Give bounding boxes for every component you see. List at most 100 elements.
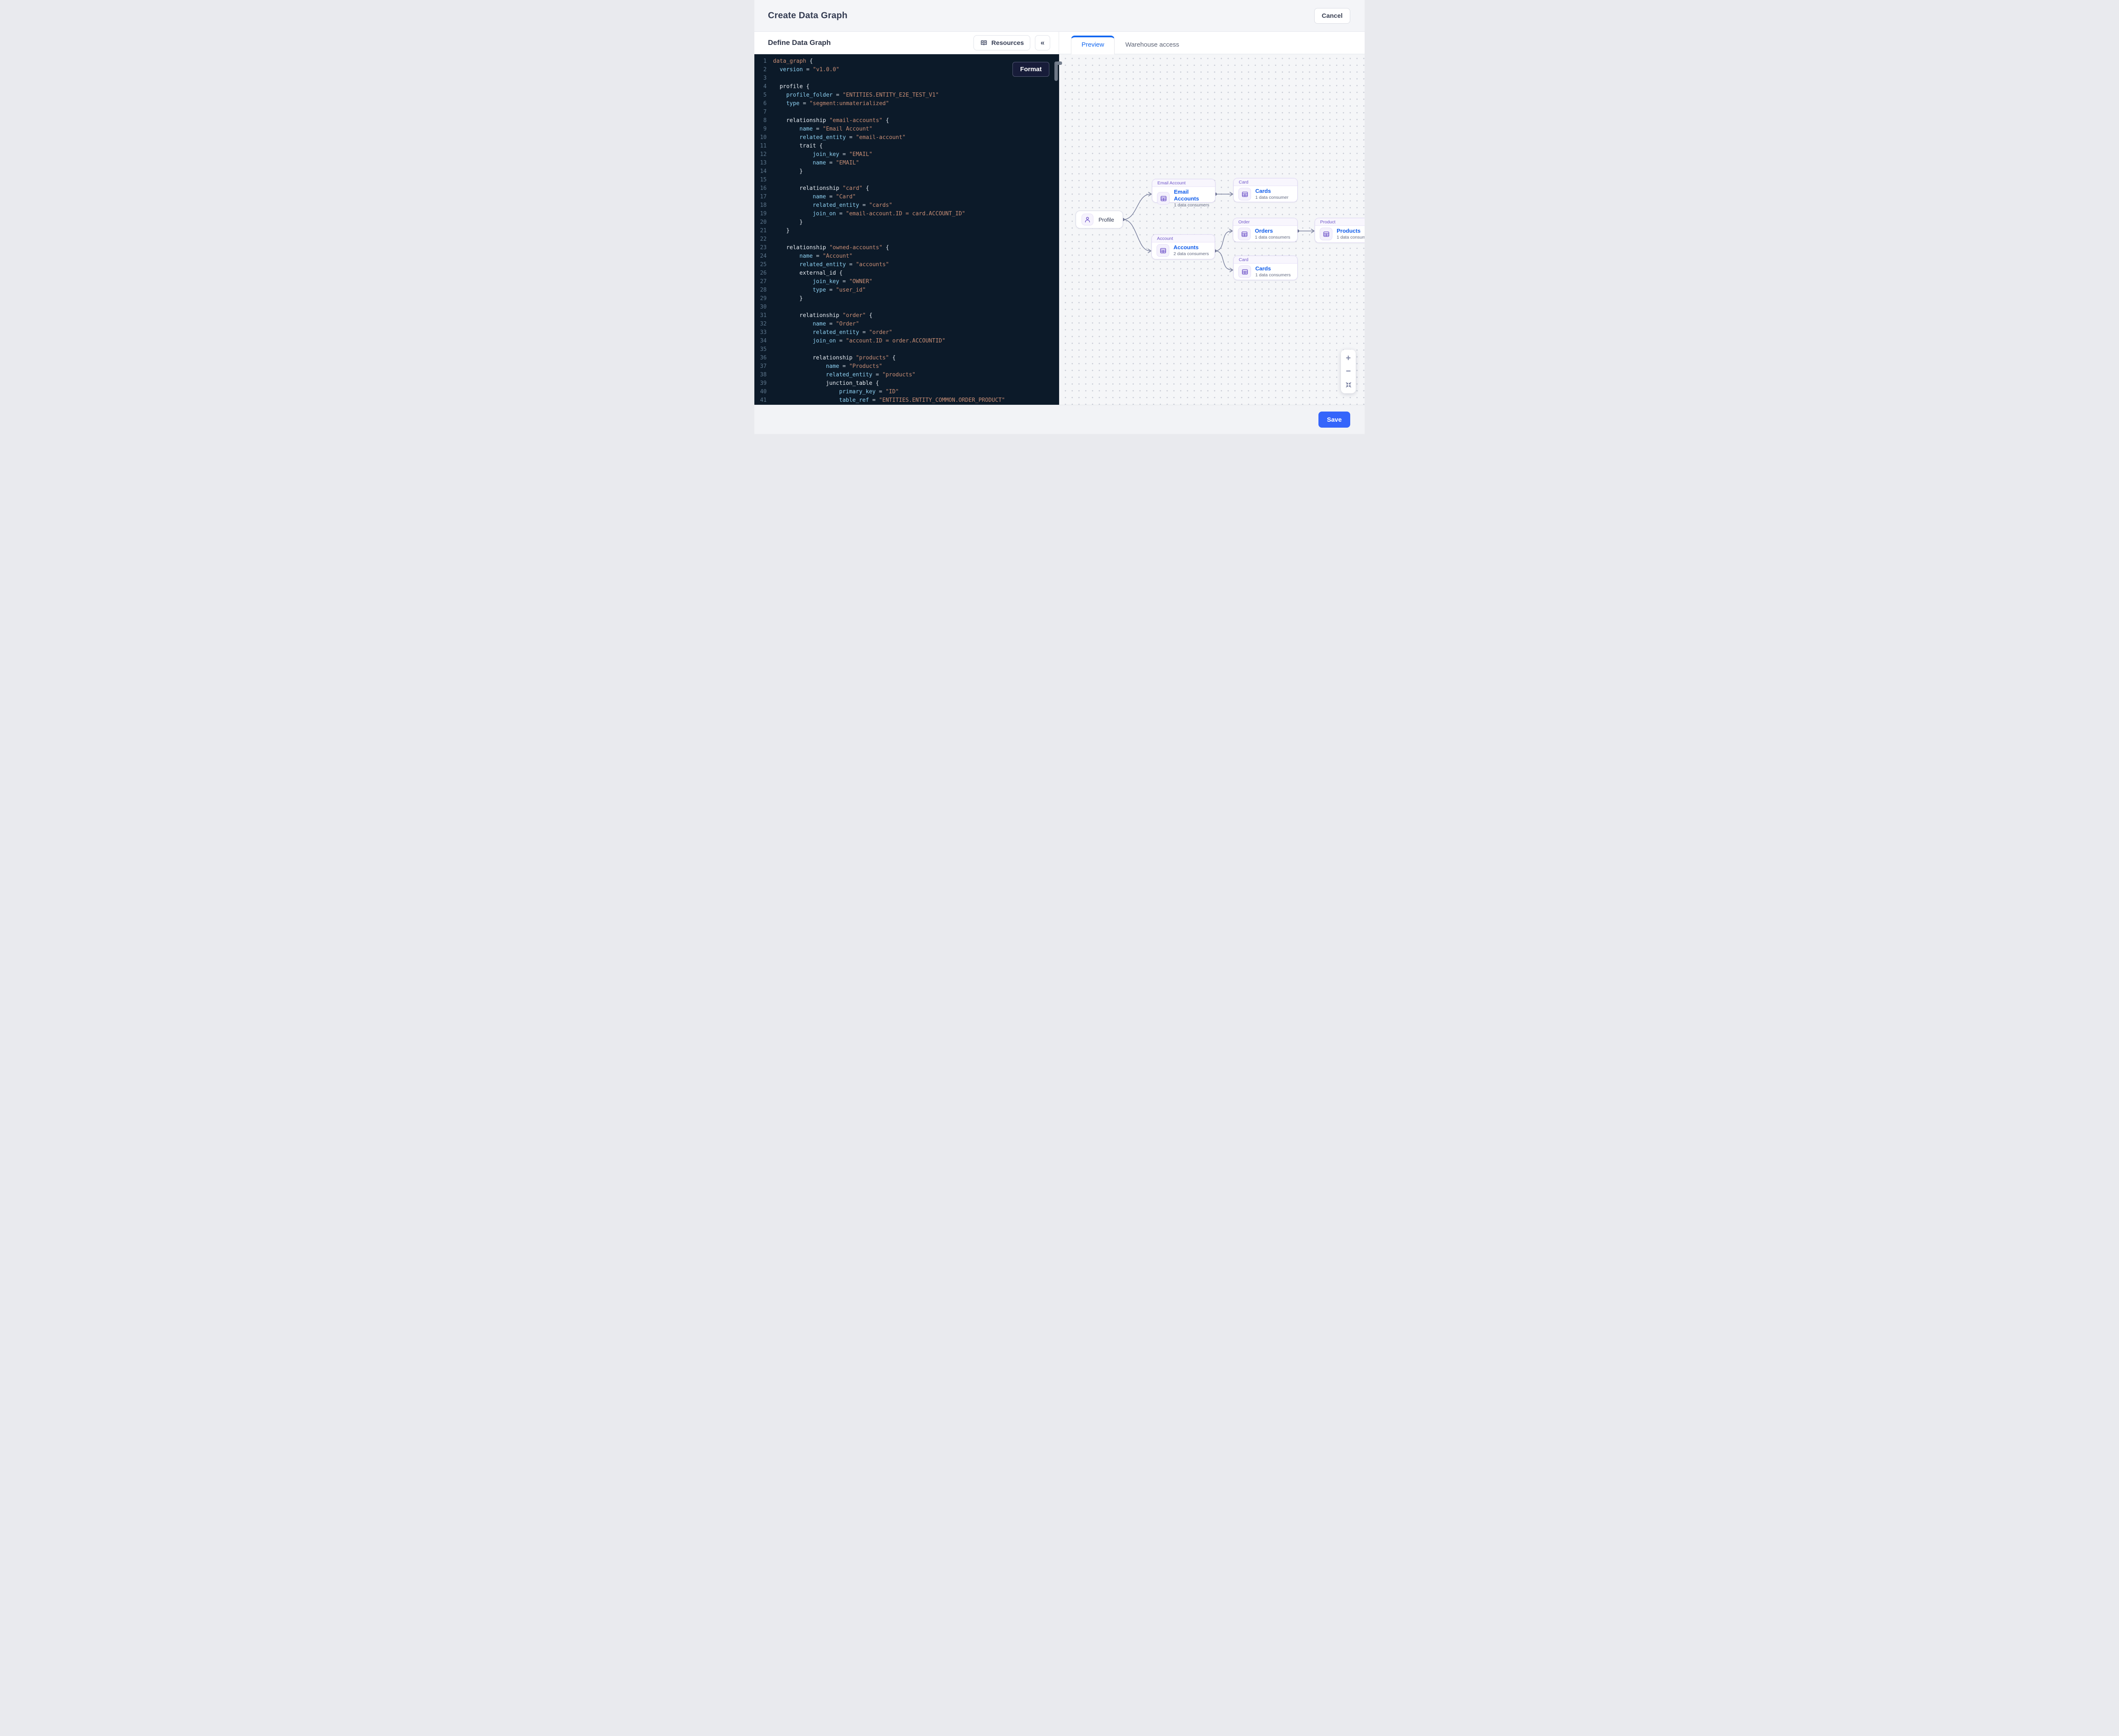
code-line[interactable]: 38related_entity = "products" bbox=[754, 371, 1059, 379]
code-line[interactable]: 26external_id { bbox=[754, 269, 1059, 278]
code-text: junction_table { bbox=[773, 379, 879, 388]
code-line[interactable]: 21} bbox=[754, 227, 1059, 235]
code-line[interactable]: 10related_entity = "email-account" bbox=[754, 134, 1059, 142]
line-number: 18 bbox=[754, 201, 773, 210]
code-line[interactable]: 15 bbox=[754, 176, 1059, 184]
node-title[interactable]: Orders bbox=[1255, 228, 1290, 234]
code-text: name = "Email Account" bbox=[773, 125, 873, 134]
code-line[interactable]: 13name = "EMAIL" bbox=[754, 159, 1059, 167]
graph-node-product[interactable]: ProductProducts1 data consumer bbox=[1315, 218, 1365, 243]
code-line[interactable]: 16relationship "card" { bbox=[754, 184, 1059, 193]
node-subtitle: 1 data consumers bbox=[1255, 235, 1290, 240]
line-number: 31 bbox=[754, 312, 773, 320]
edge-accounts-to-cards bbox=[1215, 251, 1232, 270]
code-line[interactable]: 25related_entity = "accounts" bbox=[754, 261, 1059, 269]
node-subtitle: 1 data consumer bbox=[1255, 195, 1288, 200]
tab-warehouse-access[interactable]: Warehouse access bbox=[1115, 36, 1190, 54]
node-title[interactable]: Cards bbox=[1255, 188, 1288, 195]
line-number: 4 bbox=[754, 83, 773, 91]
code-line[interactable]: 37name = "Products" bbox=[754, 362, 1059, 371]
zoom-out-button[interactable]: − bbox=[1341, 365, 1356, 378]
format-button[interactable]: Format bbox=[1012, 62, 1049, 77]
graph-node-profile[interactable]: Profile bbox=[1076, 211, 1123, 228]
node-title[interactable]: Products bbox=[1337, 228, 1365, 234]
code-line[interactable]: 41table_ref = "ENTITIES.ENTITY_COMMON.OR… bbox=[754, 396, 1059, 405]
preview-tabs: Preview Warehouse access bbox=[1059, 32, 1365, 54]
code-line[interactable]: 8relationship "email-accounts" { bbox=[754, 117, 1059, 125]
code-line[interactable]: 11trait { bbox=[754, 142, 1059, 150]
code-line[interactable]: 6type = "segment:unmaterialized" bbox=[754, 100, 1059, 108]
code-line[interactable]: 32name = "Order" bbox=[754, 320, 1059, 328]
save-button[interactable]: Save bbox=[1318, 412, 1350, 428]
code-text: external_id { bbox=[773, 269, 843, 278]
code-text: related_entity = "cards" bbox=[773, 201, 892, 210]
collapse-panel-button[interactable]: « bbox=[1035, 35, 1050, 50]
code-line[interactable]: 24name = "Account" bbox=[754, 252, 1059, 261]
graph-node-account[interactable]: AccountAccounts2 data consumers bbox=[1151, 234, 1215, 259]
node-title[interactable]: Cards bbox=[1255, 265, 1290, 272]
code-line[interactable]: 20} bbox=[754, 218, 1059, 227]
code-line[interactable]: 30 bbox=[754, 303, 1059, 312]
code-text: join_key = "EMAIL" bbox=[773, 150, 873, 159]
code-text: } bbox=[773, 218, 803, 227]
code-line[interactable]: 35 bbox=[754, 345, 1059, 354]
code-line[interactable]: 33related_entity = "order" bbox=[754, 328, 1059, 337]
code-line[interactable]: 7 bbox=[754, 108, 1059, 117]
code-line[interactable]: 5profile_folder = "ENTITIES.ENTITY_E2E_T… bbox=[754, 91, 1059, 100]
code-line[interactable]: 4profile { bbox=[754, 83, 1059, 91]
code-text: name = "EMAIL" bbox=[773, 159, 859, 167]
code-text: relationship "owned-accounts" { bbox=[773, 244, 889, 252]
graph-node-card-bottom[interactable]: CardCards1 data consumers bbox=[1233, 256, 1298, 280]
node-title[interactable]: Accounts bbox=[1174, 244, 1209, 251]
node-group-label: Account bbox=[1152, 235, 1215, 242]
graph-node-order[interactable]: OrderOrders1 data consumers bbox=[1233, 218, 1298, 242]
code-line[interactable]: 19join_on = "email-account.ID = card.ACC… bbox=[754, 210, 1059, 218]
graph-canvas[interactable]: Profile Email AccountEmail Accounts1 data… bbox=[1059, 54, 1365, 405]
code-line[interactable]: 18related_entity = "cards" bbox=[754, 201, 1059, 210]
line-number: 38 bbox=[754, 371, 773, 379]
cancel-button[interactable]: Cancel bbox=[1314, 8, 1350, 24]
line-number: 20 bbox=[754, 218, 773, 227]
code-line[interactable]: 22 bbox=[754, 235, 1059, 244]
code-line[interactable]: 14} bbox=[754, 167, 1059, 176]
code-line[interactable]: 17name = "Card" bbox=[754, 193, 1059, 201]
code-line[interactable]: 28type = "user_id" bbox=[754, 286, 1059, 295]
code-text: related_entity = "order" bbox=[773, 328, 892, 337]
graph-node-card-top[interactable]: CardCards1 data consumer bbox=[1233, 178, 1298, 202]
line-number: 25 bbox=[754, 261, 773, 269]
fit-view-icon bbox=[1345, 381, 1352, 388]
code-line[interactable]: 34join_on = "account.ID = order.ACCOUNTI… bbox=[754, 337, 1059, 345]
line-number: 40 bbox=[754, 388, 773, 396]
tab-preview[interactable]: Preview bbox=[1071, 36, 1115, 54]
code-line[interactable]: 9name = "Email Account" bbox=[754, 125, 1059, 134]
sub-header: Define Data Graph Resources « bbox=[754, 32, 1365, 54]
minus-icon: − bbox=[1346, 367, 1351, 376]
code-text: table_ref = "ENTITIES.ENTITY_COMMON.ORDE… bbox=[773, 396, 1005, 405]
line-number: 27 bbox=[754, 278, 773, 286]
code-text: related_entity = "accounts" bbox=[773, 261, 889, 269]
code-line[interactable]: 39junction_table { bbox=[754, 379, 1059, 388]
code-text: join_on = "account.ID = order.ACCOUNTID" bbox=[773, 337, 945, 345]
code-line[interactable]: 31relationship "order" { bbox=[754, 312, 1059, 320]
node-subtitle: 1 data consumers bbox=[1255, 273, 1290, 278]
code-text: } bbox=[773, 167, 803, 176]
code-text: profile { bbox=[773, 83, 809, 91]
code-line[interactable]: 36relationship "products" { bbox=[754, 354, 1059, 362]
code-line[interactable]: 23relationship "owned-accounts" { bbox=[754, 244, 1059, 252]
node-title[interactable]: Email Accounts bbox=[1174, 189, 1210, 202]
fit-view-button[interactable] bbox=[1341, 378, 1356, 391]
graph-node-email-account[interactable]: Email AccountEmail Accounts1 data consum… bbox=[1152, 179, 1215, 203]
book-open-icon bbox=[980, 39, 988, 47]
code-line[interactable]: 27join_key = "OWNER" bbox=[754, 278, 1059, 286]
zoom-in-button[interactable]: + bbox=[1341, 352, 1356, 365]
line-number: 15 bbox=[754, 176, 773, 184]
code-editor[interactable]: Format 1data_graph {2version = "v1.0.0"3… bbox=[754, 54, 1059, 405]
code-line[interactable]: 29} bbox=[754, 295, 1059, 303]
line-number: 19 bbox=[754, 210, 773, 218]
code-line[interactable]: 40primary_key = "ID" bbox=[754, 388, 1059, 396]
resources-button[interactable]: Resources bbox=[973, 35, 1030, 50]
code-text: type = "segment:unmaterialized" bbox=[773, 100, 889, 108]
panel-splitter-handle[interactable] bbox=[1056, 61, 1062, 65]
code-line[interactable]: 12join_key = "EMAIL" bbox=[754, 150, 1059, 159]
chevrons-left-icon: « bbox=[1040, 39, 1044, 47]
